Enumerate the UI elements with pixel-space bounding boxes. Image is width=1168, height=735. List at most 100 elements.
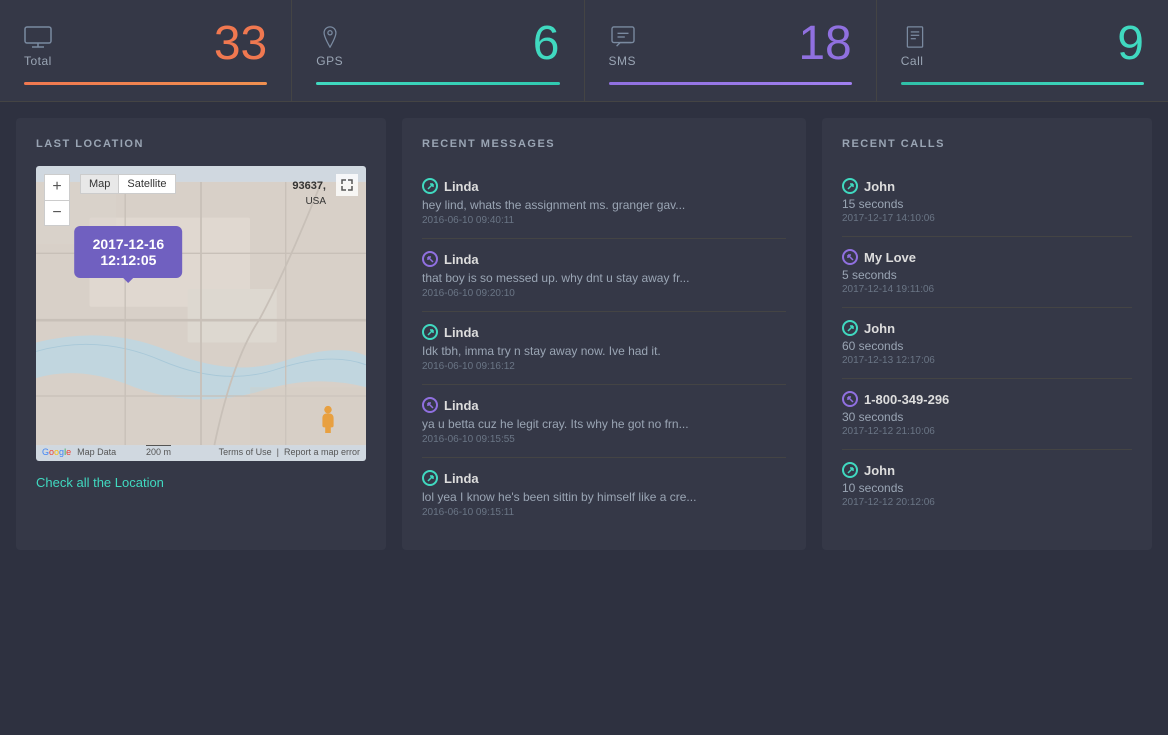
stat-call: Call 9 bbox=[877, 0, 1168, 101]
messages-panel-title: RECENT MESSAGES bbox=[422, 138, 786, 150]
stat-call-label: Call bbox=[901, 54, 929, 68]
call-header: John bbox=[842, 178, 1132, 194]
stat-total-bar bbox=[24, 82, 267, 85]
call-name: 1-800-349-296 bbox=[864, 392, 949, 407]
direction-icon bbox=[422, 324, 438, 340]
map-type-satellite-button[interactable]: Satellite bbox=[118, 174, 175, 194]
stat-total-value: 33 bbox=[214, 20, 267, 68]
call-direction-icon bbox=[842, 462, 858, 478]
sender-name: Linda bbox=[444, 252, 479, 267]
sender-name: Linda bbox=[444, 179, 479, 194]
stat-total-label: Total bbox=[24, 54, 52, 68]
message-item: Linda hey lind, whats the assignment ms.… bbox=[422, 166, 786, 239]
map-address: 93637, bbox=[292, 180, 326, 192]
message-text: Idk tbh, imma try n stay away now. Ive h… bbox=[422, 344, 786, 358]
map-zoom-controls[interactable]: + − bbox=[44, 174, 70, 226]
call-name: My Love bbox=[864, 250, 916, 265]
message-item: Linda that boy is so messed up. why dnt … bbox=[422, 239, 786, 312]
stat-call-bar bbox=[901, 82, 1144, 85]
direction-icon bbox=[422, 178, 438, 194]
map-container: + − Map Satellite 93637, USA 2017- bbox=[36, 166, 366, 461]
call-header: John bbox=[842, 462, 1132, 478]
call-duration: 30 seconds bbox=[842, 410, 1132, 424]
call-header: John bbox=[842, 320, 1132, 336]
stat-sms: SMS 18 bbox=[585, 0, 877, 101]
message-item: Linda ya u betta cuz he legit cray. Its … bbox=[422, 385, 786, 458]
call-time: 2017-12-13 12:17:06 bbox=[842, 355, 1132, 366]
message-text: hey lind, whats the assignment ms. grang… bbox=[422, 198, 786, 212]
zoom-in-button[interactable]: + bbox=[44, 174, 70, 200]
message-time: 2016-06-10 09:15:55 bbox=[422, 434, 786, 445]
stat-gps-bar bbox=[316, 82, 559, 85]
location-panel: LAST LOCATION bbox=[16, 118, 386, 550]
stat-total: Total 33 bbox=[0, 0, 292, 101]
direction-icon bbox=[422, 251, 438, 267]
message-time: 2016-06-10 09:20:10 bbox=[422, 288, 786, 299]
message-sender: Linda bbox=[422, 470, 786, 486]
calls-panel: RECENT CALLS John 15 seconds 2017-12-17 … bbox=[822, 118, 1152, 550]
message-sender: Linda bbox=[422, 251, 786, 267]
call-time: 2017-12-17 14:10:06 bbox=[842, 213, 1132, 224]
calls-panel-title: RECENT CALLS bbox=[842, 138, 1132, 150]
message-text: that boy is so messed up. why dnt u stay… bbox=[422, 271, 786, 285]
sender-name: Linda bbox=[444, 471, 479, 486]
call-direction-icon bbox=[842, 320, 858, 336]
map-country: USA bbox=[305, 196, 326, 207]
message-sender: Linda bbox=[422, 178, 786, 194]
stat-sms-bar bbox=[609, 82, 852, 85]
messages-list: Linda hey lind, whats the assignment ms.… bbox=[422, 166, 786, 530]
call-direction-icon bbox=[842, 249, 858, 265]
call-duration: 15 seconds bbox=[842, 197, 1132, 211]
calls-list: John 15 seconds 2017-12-17 14:10:06 My L… bbox=[842, 166, 1132, 520]
message-time: 2016-06-10 09:16:12 bbox=[422, 361, 786, 372]
map-person-icon bbox=[318, 405, 338, 433]
message-time: 2016-06-10 09:40:11 bbox=[422, 215, 786, 226]
call-item: John 60 seconds 2017-12-13 12:17:06 bbox=[842, 308, 1132, 379]
map-type-buttons[interactable]: Map Satellite bbox=[80, 174, 176, 194]
call-item: John 15 seconds 2017-12-17 14:10:06 bbox=[842, 166, 1132, 237]
check-location-link[interactable]: Check all the Location bbox=[36, 475, 164, 490]
call-item: 1-800-349-296 30 seconds 2017-12-12 21:1… bbox=[842, 379, 1132, 450]
message-item: Linda Idk tbh, imma try n stay away now.… bbox=[422, 312, 786, 385]
map-popup-time: 12:12:05 bbox=[93, 252, 165, 268]
call-duration: 5 seconds bbox=[842, 268, 1132, 282]
sender-name: Linda bbox=[444, 325, 479, 340]
call-time: 2017-12-12 21:10:06 bbox=[842, 426, 1132, 437]
call-time: 2017-12-12 20:12:06 bbox=[842, 497, 1132, 508]
zoom-out-button[interactable]: − bbox=[44, 200, 70, 226]
stats-bar: Total 33 GPS 6 bbox=[0, 0, 1168, 102]
call-item: My Love 5 seconds 2017-12-14 19:11:06 bbox=[842, 237, 1132, 308]
map-popup-date: 2017-12-16 bbox=[93, 236, 165, 252]
message-sender: Linda bbox=[422, 397, 786, 413]
call-time: 2017-12-14 19:11:06 bbox=[842, 284, 1132, 295]
call-name: John bbox=[864, 321, 895, 336]
call-name: John bbox=[864, 179, 895, 194]
direction-icon bbox=[422, 397, 438, 413]
map-popup: 2017-12-16 12:12:05 bbox=[75, 226, 183, 278]
map-type-map-button[interactable]: Map bbox=[80, 174, 118, 194]
message-time: 2016-06-10 09:15:11 bbox=[422, 507, 786, 518]
call-item: John 10 seconds 2017-12-12 20:12:06 bbox=[842, 450, 1132, 520]
location-panel-title: LAST LOCATION bbox=[36, 138, 366, 150]
message-text: ya u betta cuz he legit cray. Its why he… bbox=[422, 417, 786, 431]
stat-gps-value: 6 bbox=[533, 20, 560, 68]
map-report[interactable]: Terms of Use | Report a map error bbox=[219, 447, 360, 457]
call-name: John bbox=[864, 463, 895, 478]
call-direction-icon bbox=[842, 391, 858, 407]
stat-sms-label: SMS bbox=[609, 54, 637, 68]
direction-icon bbox=[422, 470, 438, 486]
map-attribution: Google Map Data bbox=[42, 447, 116, 457]
message-text: lol yea I know he's been sittin by himse… bbox=[422, 490, 786, 504]
map-scale: 200 m bbox=[146, 445, 171, 457]
sender-name: Linda bbox=[444, 398, 479, 413]
stat-gps: GPS 6 bbox=[292, 0, 584, 101]
main-content: LAST LOCATION bbox=[0, 102, 1168, 566]
message-sender: Linda bbox=[422, 324, 786, 340]
message-item: Linda lol yea I know he's been sittin by… bbox=[422, 458, 786, 530]
map-expand-button[interactable] bbox=[336, 174, 358, 196]
call-header: My Love bbox=[842, 249, 1132, 265]
stat-gps-label: GPS bbox=[316, 54, 344, 68]
call-duration: 10 seconds bbox=[842, 481, 1132, 495]
stat-sms-value: 18 bbox=[798, 20, 851, 68]
call-direction-icon bbox=[842, 178, 858, 194]
